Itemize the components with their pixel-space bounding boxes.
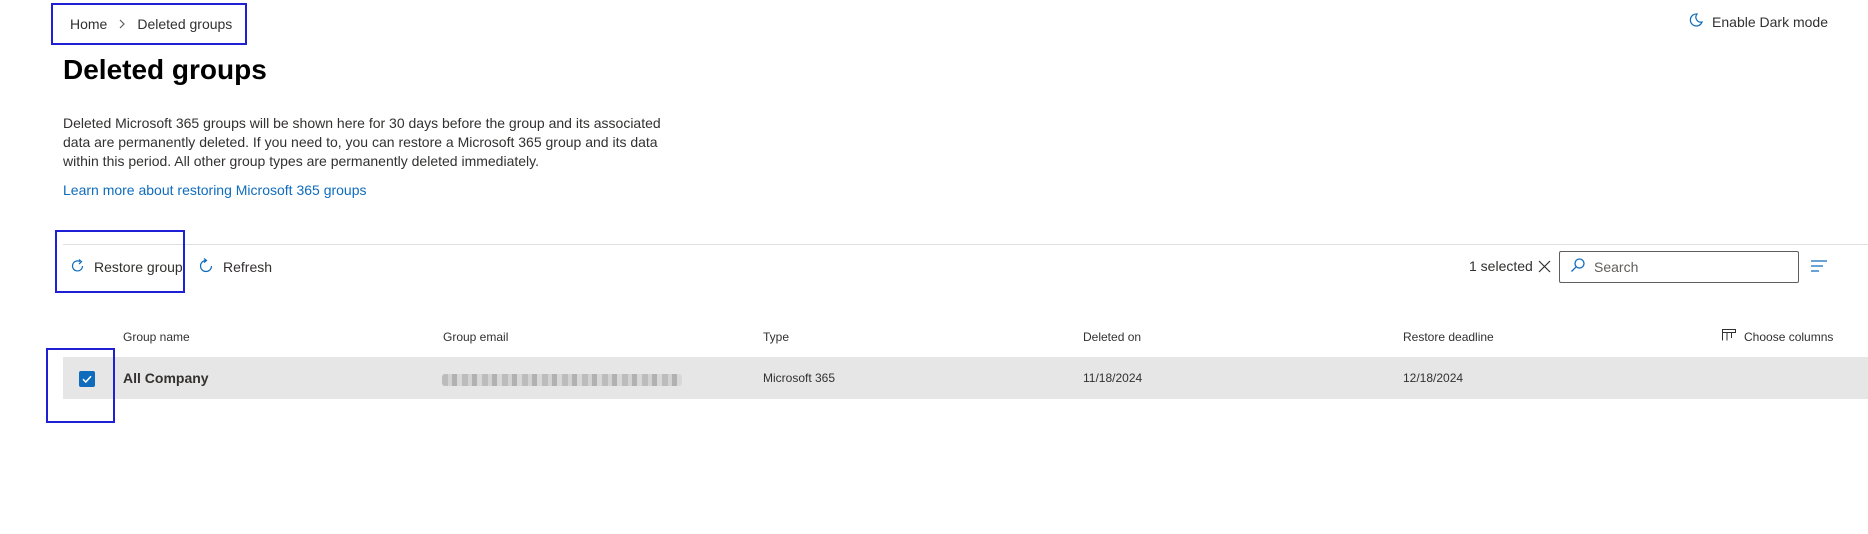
cell-group-name[interactable]: All Company — [123, 370, 209, 386]
cell-group-email-redacted — [442, 374, 682, 386]
moon-icon — [1688, 12, 1704, 31]
divider — [63, 244, 1868, 245]
search-icon — [1570, 257, 1586, 278]
cell-deleted-on: 11/18/2024 — [1083, 371, 1143, 385]
choose-columns-button[interactable]: Choose columns — [1722, 329, 1833, 344]
column-header-group-email[interactable]: Group email — [443, 330, 508, 344]
column-header-type[interactable]: Type — [763, 330, 789, 344]
close-icon[interactable] — [1536, 258, 1552, 274]
choose-columns-label: Choose columns — [1744, 329, 1834, 344]
dark-mode-label: Enable Dark mode — [1712, 13, 1828, 30]
annotation-box-restore — [55, 230, 185, 293]
cell-restore-deadline: 12/18/2024 — [1403, 371, 1464, 385]
filter-lines-icon[interactable] — [1810, 258, 1828, 274]
annotation-box-checkbox — [46, 348, 115, 423]
deleted-groups-page: Home Deleted groups Enable Dark mode Del… — [0, 0, 1868, 534]
table-row[interactable] — [63, 357, 1868, 399]
search-box — [1559, 251, 1799, 283]
annotation-box-breadcrumb — [51, 3, 247, 45]
cell-type: Microsoft 365 — [763, 371, 836, 385]
page-description: Deleted Microsoft 365 groups will be sho… — [63, 115, 661, 169]
column-header-group-name[interactable]: Group name — [123, 330, 190, 344]
refresh-label: Refresh — [223, 259, 273, 275]
enable-dark-mode-button[interactable]: Enable Dark mode — [1688, 12, 1828, 31]
search-input[interactable] — [1594, 259, 1784, 275]
refresh-button[interactable]: Refresh — [197, 251, 272, 283]
page-title: Deleted groups — [63, 54, 267, 85]
column-header-deleted-on[interactable]: Deleted on — [1083, 330, 1141, 344]
selected-count: 1 selected — [1469, 258, 1533, 274]
columns-icon — [1722, 329, 1736, 344]
refresh-icon — [197, 257, 215, 278]
column-header-restore-deadline[interactable]: Restore deadline — [1403, 330, 1494, 344]
learn-more-link[interactable]: Learn more about restoring Microsoft 365… — [63, 182, 367, 198]
